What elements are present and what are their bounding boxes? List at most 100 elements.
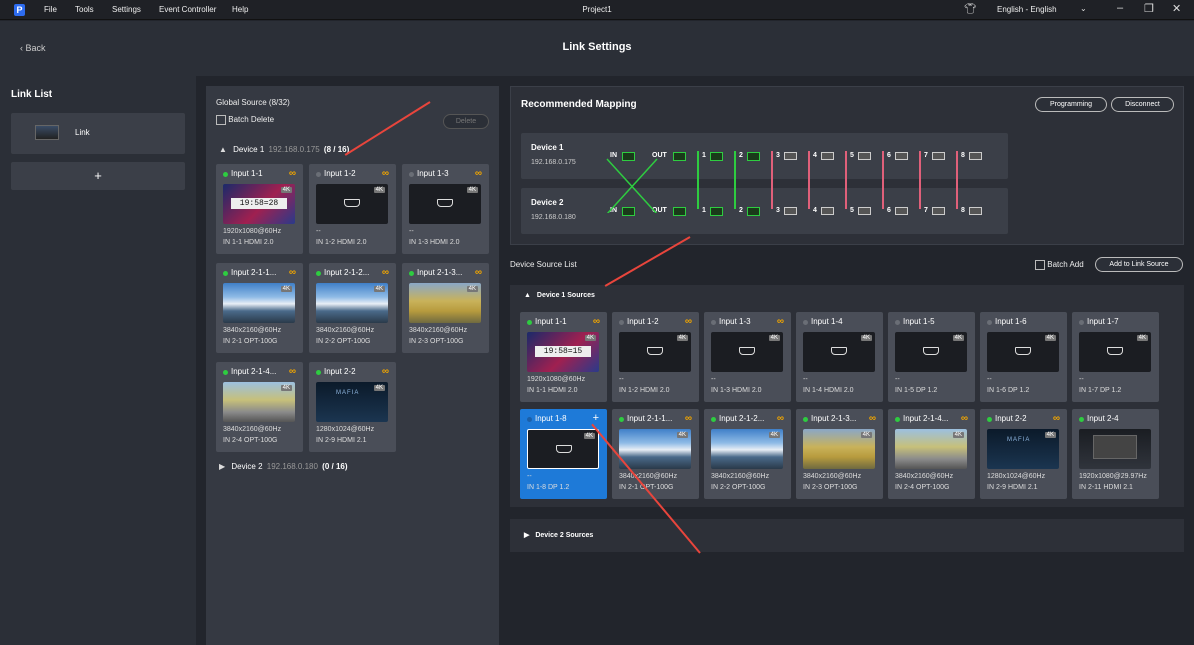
source-card[interactable]: Input 2-1-2... ∞ 4K 3840x2160@60Hz IN 2-2 OP…: [704, 409, 791, 499]
link-icon[interactable]: ∞: [475, 168, 482, 179]
source-card[interactable]: Input 1-7 4K -- IN 1-7 DP 1.2: [1072, 312, 1159, 402]
source-card[interactable]: Input 2-1-4... ∞ 4K 3840x2160@60Hz IN 2-4 OP…: [216, 362, 303, 452]
programming-button[interactable]: Programming: [1035, 97, 1107, 112]
port-connection-line: [734, 151, 736, 209]
device-1-sources-header[interactable]: ▲ Device 1 Sources: [524, 292, 595, 299]
status-dot: [223, 172, 228, 177]
port-number: 7: [924, 152, 928, 159]
source-card[interactable]: Input 2-1-4... ∞ 4K 3840x2160@60Hz IN 2-4 OP…: [888, 409, 975, 499]
add-icon[interactable]: +: [593, 412, 599, 424]
device-1-group-header[interactable]: ▲ Device 1 192.168.0.175 (8 / 16): [219, 145, 349, 154]
device-2-sources-panel[interactable]: ▶ Device 2 Sources: [510, 519, 1184, 552]
link-icon[interactable]: ∞: [382, 366, 389, 377]
recommended-mapping-title: Recommended Mapping: [521, 99, 637, 110]
badge-4k: 4K: [373, 286, 385, 292]
disconnect-button[interactable]: Disconnect: [1111, 97, 1174, 112]
port-number: 6: [887, 207, 891, 214]
add-to-link-source-button[interactable]: Add to Link Source: [1095, 257, 1183, 272]
link-list-title: Link List: [11, 89, 53, 100]
card-resolution: --: [316, 228, 321, 235]
global-source-title: Global Source (8/32): [216, 98, 290, 107]
badge-4k: 4K: [466, 187, 478, 193]
link-icon[interactable]: ∞: [382, 168, 389, 179]
recommended-mapping-panel: Recommended Mapping Programming Disconne…: [510, 86, 1184, 245]
link-icon[interactable]: ∞: [869, 413, 876, 424]
device-2-sources-header[interactable]: ▶ Device 2 Sources: [524, 531, 593, 539]
device-ip: 192.168.0.175: [531, 159, 576, 166]
source-card[interactable]: Input 1-3 ∞ 4K -- IN 1-3 HDMI 2.0: [704, 312, 791, 402]
badge-4k: 4K: [466, 286, 478, 292]
link-icon[interactable]: ∞: [289, 168, 296, 179]
batch-add-checkbox[interactable]: Batch Add: [1035, 260, 1084, 270]
port-connection-line: [808, 151, 810, 209]
link-icon[interactable]: ∞: [475, 267, 482, 278]
source-card[interactable]: Input 1-6 4K -- IN 1-6 DP 1.2: [980, 312, 1067, 402]
source-thumbnail: 4K: [409, 283, 481, 323]
source-card[interactable]: Input 1-1 ∞ 19:58=28 4K 1920x1080@60Hz IN 1-1…: [216, 164, 303, 254]
close-icon[interactable]: ✕: [1172, 2, 1181, 15]
card-port: IN 1-5 DP 1.2: [895, 387, 938, 394]
card-port: IN 2-4 OPT-100G: [895, 484, 950, 491]
source-thumbnail: 4K: [895, 332, 967, 372]
chevron-down-icon[interactable]: ⌄: [1080, 4, 1087, 13]
source-card[interactable]: Input 2-1-2... ∞ 4K 3840x2160@60Hz IN 2-2 OP…: [309, 263, 396, 353]
device-2-group-header[interactable]: ▶ Device 2 192.168.0.180 (0 / 16): [219, 462, 348, 471]
delete-button[interactable]: Delete: [443, 114, 489, 129]
link-icon[interactable]: ∞: [685, 316, 692, 327]
maximize-icon[interactable]: ❐: [1144, 2, 1154, 15]
source-card[interactable]: Input 2-2 ∞ MAFIA 4K 1280x1024@60Hz IN 2-9 HD…: [980, 409, 1067, 499]
source-card[interactable]: Input 1-2 ∞ 4K -- IN 1-2 HDMI 2.0: [309, 164, 396, 254]
badge-4k: 4K: [768, 335, 780, 341]
source-card[interactable]: Input 1-2 ∞ 4K -- IN 1-2 HDMI 2.0: [612, 312, 699, 402]
link-icon[interactable]: ∞: [289, 267, 296, 278]
card-port: IN 2-9 HDMI 2.1: [316, 437, 367, 444]
source-card[interactable]: Input 1-4 4K -- IN 1-4 HDMI 2.0: [796, 312, 883, 402]
port-icon: [895, 152, 908, 160]
port-connection-line: [697, 151, 699, 209]
card-title: Input 1-3: [719, 317, 751, 326]
batch-delete-checkbox[interactable]: Batch Delete: [216, 115, 274, 125]
card-title: Input 1-5: [903, 317, 935, 326]
badge-4k: 4K: [584, 335, 596, 341]
device-count: (0 / 16): [322, 462, 348, 471]
language-select[interactable]: English - English: [997, 5, 1057, 14]
status-dot: [223, 370, 228, 375]
card-resolution: --: [803, 376, 808, 383]
source-card[interactable]: Input 1-3 ∞ 4K -- IN 1-3 HDMI 2.0: [402, 164, 489, 254]
card-title: Input 1-2: [627, 317, 659, 326]
source-card[interactable]: Input 2-1-3... ∞ 4K 3840x2160@60Hz IN 2-3 OP…: [796, 409, 883, 499]
link-icon[interactable]: ∞: [289, 366, 296, 377]
source-card[interactable]: Input 1-5 4K -- IN 1-5 DP 1.2: [888, 312, 975, 402]
status-dot: [987, 417, 992, 422]
minimize-icon[interactable]: –: [1117, 2, 1123, 14]
link-icon[interactable]: ∞: [685, 413, 692, 424]
source-card[interactable]: Input 1-8 +4K -- IN 1-8 DP 1.2: [520, 409, 607, 499]
source-card[interactable]: Input 2-1-1...∞4K3840x2160@60HzIN 2-1 OP…: [216, 263, 303, 353]
link-icon[interactable]: ∞: [777, 316, 784, 327]
add-link-button[interactable]: +: [11, 162, 185, 190]
source-card[interactable]: Input 2-1-1...∞4K3840x2160@60HzIN 2-1 OP…: [612, 409, 699, 499]
link-icon[interactable]: ∞: [1053, 413, 1060, 424]
link-list-panel: Link List Link +: [0, 76, 196, 645]
source-card[interactable]: Input 2-4 1920x1080@29.97Hz IN 2-11 HDMI 2…: [1072, 409, 1159, 499]
checkbox-icon[interactable]: [1035, 260, 1045, 270]
card-resolution: 1920x1080@60Hz: [527, 376, 586, 383]
link-icon[interactable]: ∞: [593, 316, 600, 327]
link-icon[interactable]: ∞: [382, 267, 389, 278]
link-icon[interactable]: ∞: [961, 413, 968, 424]
badge-4k: 4K: [860, 432, 872, 438]
status-dot: [527, 320, 532, 325]
port-number: 4: [813, 207, 817, 214]
skin-icon[interactable]: 👕︎: [964, 4, 977, 15]
source-card[interactable]: Input 1-1 ∞ 19:58=15 4K 1920x1080@60Hz IN 1-1…: [520, 312, 607, 402]
link-list-item[interactable]: Link: [11, 113, 185, 154]
link-icon[interactable]: ∞: [777, 413, 784, 424]
card-port: IN 1-7 DP 1.2: [1079, 387, 1122, 394]
source-thumbnail: 4K: [316, 283, 388, 323]
device-name: Device 2: [231, 462, 263, 471]
card-resolution: --: [527, 473, 532, 480]
checkbox-icon[interactable]: [216, 115, 226, 125]
card-port: IN 2-4 OPT-100G: [223, 437, 278, 444]
source-card[interactable]: Input 2-2 ∞ MAFIA 4K 1280x1024@60Hz IN 2-9 HD…: [309, 362, 396, 452]
source-card[interactable]: Input 2-1-3... ∞ 4K 3840x2160@60Hz IN 2-3 OP…: [402, 263, 489, 353]
